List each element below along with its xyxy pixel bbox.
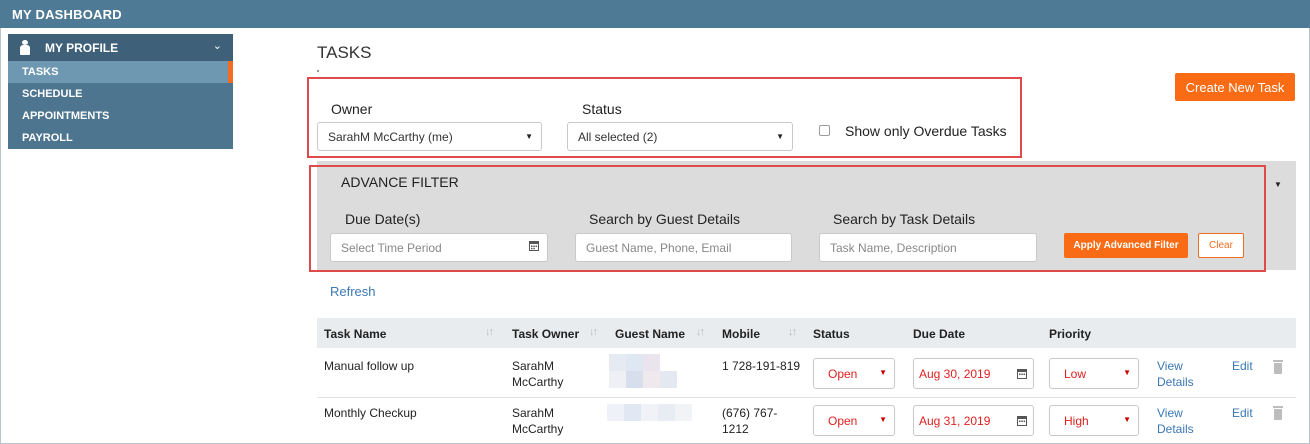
column-header-due-date: Due Date — [913, 327, 966, 341]
page-title: TASKS — [317, 43, 372, 62]
create-task-button[interactable]: Create New Task — [1175, 73, 1295, 101]
status-select[interactable]: Open ▼ — [813, 405, 895, 436]
person-icon — [20, 40, 30, 55]
trash-icon[interactable] — [1273, 406, 1283, 420]
status-value: Open — [828, 414, 858, 428]
dashboard-title: MY DASHBOARD — [12, 7, 122, 22]
caret-down-icon: ▼ — [1123, 415, 1131, 424]
task-name-cell: Manual follow up — [324, 359, 415, 373]
mobile-cell: 1 728-191-819 — [722, 359, 801, 373]
calendar-icon — [1017, 369, 1027, 379]
sidebar-profile-header[interactable]: MY PROFILE ⌄ — [8, 34, 233, 61]
due-date-picker[interactable]: Aug 31, 2019 — [913, 405, 1034, 436]
priority-select[interactable]: Low ▼ — [1049, 358, 1139, 389]
task-name-cell: Monthly Checkup — [324, 406, 417, 420]
sidebar-item-label: PAYROLL — [22, 132, 73, 144]
caret-down-icon: ▼ — [879, 415, 887, 424]
caret-down-icon[interactable]: ▼ — [1274, 180, 1282, 189]
edit-link[interactable]: Edit — [1232, 358, 1253, 374]
sidebar: MY PROFILE ⌄ TASKS SCHEDULE APPOINTMENTS… — [8, 34, 233, 149]
column-header-task-owner[interactable]: Task Owner — [512, 327, 579, 341]
divider-dot — [317, 70, 319, 72]
view-details-line2: Details — [1157, 375, 1194, 389]
sort-icon[interactable]: ↓↑ — [788, 326, 797, 338]
sort-icon[interactable]: ↓↑ — [485, 326, 494, 338]
column-header-priority: Priority — [1049, 327, 1092, 341]
view-details-line2: Details — [1157, 422, 1194, 436]
task-owner-line1: SarahM — [512, 359, 555, 373]
priority-select[interactable]: High ▼ — [1049, 405, 1139, 436]
due-date-value: Aug 31, 2019 — [919, 414, 991, 428]
task-owner-line1: SarahM — [512, 406, 555, 420]
sidebar-item-tasks[interactable]: TASKS — [8, 61, 233, 83]
priority-value: Low — [1064, 367, 1087, 381]
column-header-guest-name[interactable]: Guest Name — [615, 327, 685, 341]
sidebar-item-label: TASKS — [22, 66, 59, 78]
column-header-mobile[interactable]: Mobile — [722, 327, 760, 341]
mobile-line1: (676) 767- — [722, 406, 778, 420]
sidebar-item-schedule[interactable]: SCHEDULE — [8, 83, 233, 105]
top-bar: MY DASHBOARD — [0, 0, 1310, 28]
sidebar-item-appointments[interactable]: APPOINTMENTS — [8, 105, 233, 127]
row-divider — [317, 397, 1296, 398]
task-owner-line2: McCarthy — [512, 375, 564, 389]
refresh-link[interactable]: Refresh — [330, 284, 376, 299]
chevron-down-icon: ⌄ — [212, 40, 222, 52]
sidebar-item-payroll[interactable]: PAYROLL — [8, 127, 233, 149]
sort-icon[interactable]: ↓↑ — [589, 326, 598, 338]
highlight-box-advance-filter — [309, 165, 1266, 272]
trash-icon[interactable] — [1273, 360, 1283, 374]
table-header: Task Name ↓↑ Task Owner ↓↑ Guest Name ↓↑… — [317, 318, 1296, 348]
sidebar-item-label: APPOINTMENTS — [22, 110, 110, 122]
view-details-line1: View — [1157, 359, 1183, 373]
sort-icon[interactable]: ↓↑ — [696, 326, 705, 338]
caret-down-icon: ▼ — [1123, 368, 1131, 377]
column-header-task-name[interactable]: Task Name — [324, 327, 386, 341]
caret-down-icon: ▼ — [879, 368, 887, 377]
highlight-box-filters — [307, 77, 1022, 158]
view-details-line1: View — [1157, 406, 1183, 420]
status-select[interactable]: Open ▼ — [813, 358, 895, 389]
column-header-status: Status — [813, 327, 850, 341]
status-value: Open — [828, 367, 858, 381]
view-details-link[interactable]: View Details — [1157, 405, 1194, 437]
due-date-value: Aug 30, 2019 — [919, 367, 991, 381]
calendar-icon — [1017, 416, 1027, 426]
sidebar-item-label: SCHEDULE — [22, 88, 83, 100]
view-details-link[interactable]: View Details — [1157, 358, 1194, 390]
profile-label: MY PROFILE — [45, 41, 119, 55]
mobile-line2: 1212 — [722, 422, 749, 436]
edit-link[interactable]: Edit — [1232, 405, 1253, 421]
priority-value: High — [1064, 414, 1089, 428]
task-owner-line2: McCarthy — [512, 422, 564, 436]
due-date-picker[interactable]: Aug 30, 2019 — [913, 358, 1034, 389]
